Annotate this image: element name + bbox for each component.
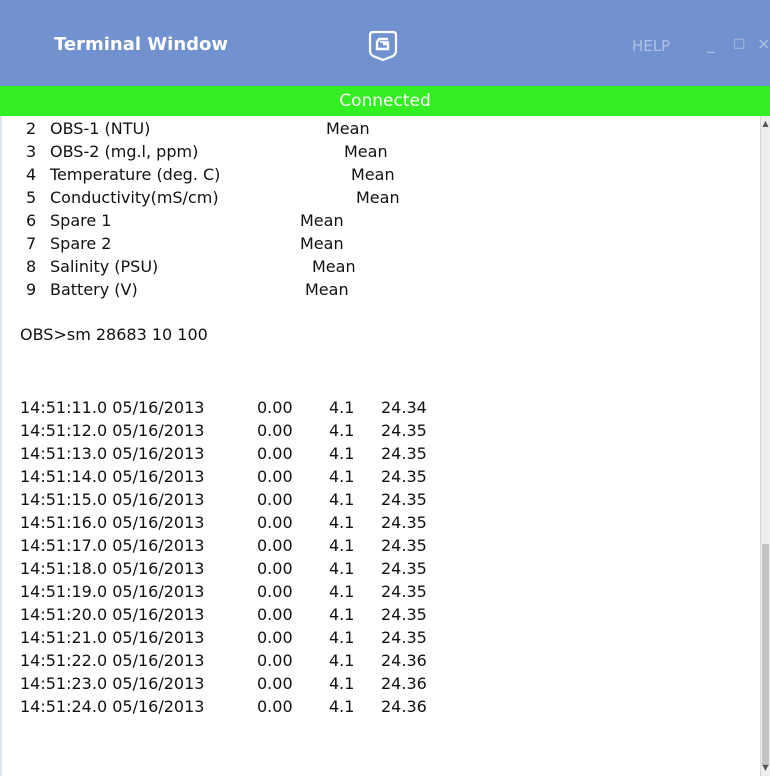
reading-value-3: 24.36	[381, 651, 427, 670]
vertical-scrollbar[interactable]: ▲ ▼	[760, 116, 770, 776]
channel-mode: Mean	[351, 165, 395, 184]
reading-value-3: 24.35	[381, 444, 427, 463]
channel-name: OBS-1 (NTU)	[50, 119, 151, 138]
channel-name: Conductivity(mS/cm)	[50, 188, 219, 207]
help-button[interactable]: HELP	[632, 37, 670, 55]
reading-value-2: 4.1	[329, 674, 355, 693]
reading-timestamp: 14:51:19.0 05/16/2013	[20, 582, 205, 601]
reading-value-3: 24.35	[381, 490, 427, 509]
reading-value-3: 24.35	[381, 513, 427, 532]
channel-name: OBS-2 (mg.l, ppm)	[50, 142, 199, 161]
reading-timestamp: 14:51:14.0 05/16/2013	[20, 467, 205, 486]
reading-value-1: 0.00	[257, 421, 293, 440]
reading-value-2: 4.1	[329, 467, 355, 486]
reading-timestamp: 14:51:13.0 05/16/2013	[20, 444, 205, 463]
reading-value-3: 24.34	[381, 398, 427, 417]
reading-timestamp: 14:51:18.0 05/16/2013	[20, 559, 205, 578]
reading-timestamp: 14:51:17.0 05/16/2013	[20, 536, 205, 555]
close-button[interactable]: ×	[757, 36, 770, 52]
channel-number: 5	[26, 188, 37, 207]
channel-number: 6	[26, 211, 37, 230]
channel-name: Battery (V)	[50, 280, 138, 299]
reading-timestamp: 14:51:11.0 05/16/2013	[20, 398, 205, 417]
reading-value-2: 4.1	[329, 697, 355, 716]
reading-value-3: 24.35	[381, 536, 427, 555]
reading-value-2: 4.1	[329, 490, 355, 509]
reading-value-2: 4.1	[329, 582, 355, 601]
channel-number: 2	[26, 119, 37, 138]
reading-value-1: 0.00	[257, 651, 293, 670]
reading-value-3: 24.36	[381, 697, 427, 716]
reading-timestamp: 14:51:20.0 05/16/2013	[20, 605, 205, 624]
channel-mode: Mean	[326, 119, 370, 138]
channel-mode: Mean	[356, 188, 400, 207]
channel-mode: Mean	[344, 142, 388, 161]
reading-value-1: 0.00	[257, 444, 293, 463]
reading-value-2: 4.1	[329, 444, 355, 463]
channel-mode: Mean	[305, 280, 349, 299]
reading-timestamp: 14:51:15.0 05/16/2013	[20, 490, 205, 509]
reading-value-3: 24.36	[381, 674, 427, 693]
reading-value-1: 0.00	[257, 467, 293, 486]
channel-mode: Mean	[300, 211, 344, 230]
reading-value-1: 0.00	[257, 559, 293, 578]
reading-timestamp: 14:51:22.0 05/16/2013	[20, 651, 205, 670]
channel-number: 8	[26, 257, 37, 276]
reading-value-2: 4.1	[329, 651, 355, 670]
reading-value-3: 24.35	[381, 559, 427, 578]
reading-timestamp: 14:51:23.0 05/16/2013	[20, 674, 205, 693]
reading-value-1: 0.00	[257, 490, 293, 509]
reading-value-3: 24.35	[381, 605, 427, 624]
channel-name: Spare 2	[50, 234, 112, 253]
reading-value-1: 0.00	[257, 605, 293, 624]
connection-status-text: Connected	[339, 91, 431, 111]
reading-value-1: 0.00	[257, 536, 293, 555]
channel-number: 7	[26, 234, 37, 253]
reading-value-2: 4.1	[329, 536, 355, 555]
channel-mode: Mean	[312, 257, 356, 276]
campbell-scientific-logo-icon	[368, 30, 398, 61]
terminal-output[interactable]: 2 OBS-1 (NTU) Mean 3 OBS-2 (mg.l, ppm) Mean 4 T…	[0, 116, 760, 776]
reading-value-2: 4.1	[329, 628, 355, 647]
reading-value-2: 4.1	[329, 605, 355, 624]
channel-mode: Mean	[300, 234, 344, 253]
reading-value-1: 0.00	[257, 674, 293, 693]
reading-timestamp: 14:51:21.0 05/16/2013	[20, 628, 205, 647]
reading-timestamp: 14:51:16.0 05/16/2013	[20, 513, 205, 532]
channel-number: 3	[26, 142, 37, 161]
window-title: Terminal Window	[54, 34, 229, 55]
reading-value-1: 0.00	[257, 513, 293, 532]
reading-value-3: 24.35	[381, 467, 427, 486]
channel-name: Temperature (deg. C)	[50, 165, 221, 184]
maximize-button[interactable]: □	[733, 36, 745, 52]
reading-value-1: 0.00	[257, 582, 293, 601]
title-bar[interactable]: Terminal Window HELP _ □ ×	[0, 0, 770, 86]
reading-value-2: 4.1	[329, 398, 355, 417]
reading-value-3: 24.35	[381, 582, 427, 601]
scroll-up-icon[interactable]: ▲	[761, 118, 770, 130]
reading-timestamp: 14:51:12.0 05/16/2013	[20, 421, 205, 440]
channel-name: Salinity (PSU)	[50, 257, 159, 276]
reading-value-1: 0.00	[257, 398, 293, 417]
command-line: OBS>sm 28683 10 100	[20, 325, 208, 344]
reading-value-2: 4.1	[329, 421, 355, 440]
channel-number: 4	[26, 165, 37, 184]
scroll-down-icon[interactable]: ▼	[761, 762, 770, 774]
scrollbar-thumb[interactable]	[762, 544, 769, 766]
reading-value-2: 4.1	[329, 559, 355, 578]
connection-status-bar: Connected	[0, 86, 770, 116]
channel-name: Spare 1	[50, 211, 112, 230]
reading-value-1: 0.00	[257, 697, 293, 716]
reading-value-2: 4.1	[329, 513, 355, 532]
minimize-button[interactable]: _	[707, 36, 715, 52]
reading-timestamp: 14:51:24.0 05/16/2013	[20, 697, 205, 716]
channel-number: 9	[26, 280, 37, 299]
reading-value-3: 24.35	[381, 421, 427, 440]
reading-value-1: 0.00	[257, 628, 293, 647]
reading-value-3: 24.35	[381, 628, 427, 647]
